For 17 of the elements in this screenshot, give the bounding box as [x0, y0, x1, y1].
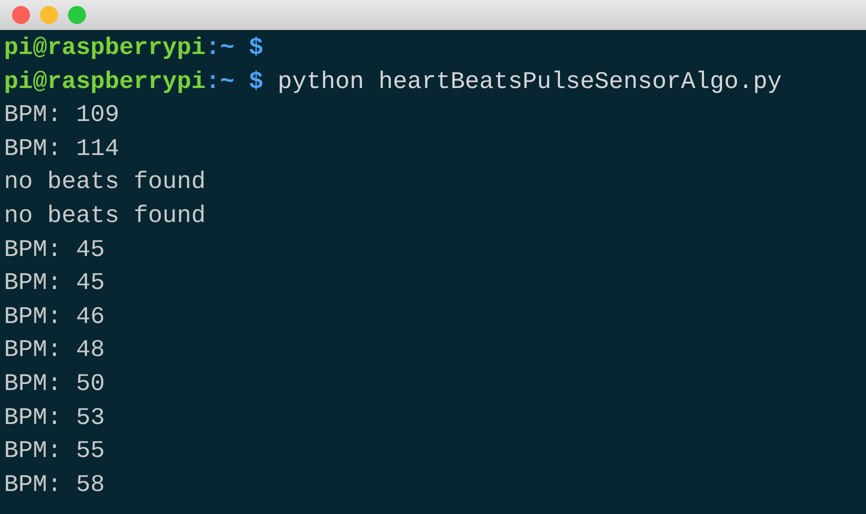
output-line: BPM: 53	[4, 404, 106, 434]
output-line: BPM: 45	[4, 269, 106, 300]
output-line: no beats found	[4, 202, 207, 232]
output-line: no beats found	[4, 168, 207, 198]
output-line: BPM: 58	[4, 470, 106, 501]
close-icon[interactable]	[12, 6, 30, 24]
output-line: BPM: 46	[4, 302, 106, 333]
output-line: BPM: 45	[4, 236, 106, 266]
prompt-line: pi@raspberrypi:~ $ python heartBeatsPulseSensorAlgo.py	[4, 68, 783, 98]
output-line: BPM: 50	[4, 370, 106, 400]
output-line: BPM: 109	[4, 101, 120, 132]
minimize-icon[interactable]	[40, 6, 58, 24]
output-line: BPM: 114	[4, 134, 120, 165]
output-line: BPM: 48	[4, 336, 106, 366]
maximize-icon[interactable]	[68, 6, 86, 24]
prompt-line: pi@raspberrypi:~ $	[4, 34, 264, 64]
output-line: BPM: 55	[4, 437, 106, 468]
